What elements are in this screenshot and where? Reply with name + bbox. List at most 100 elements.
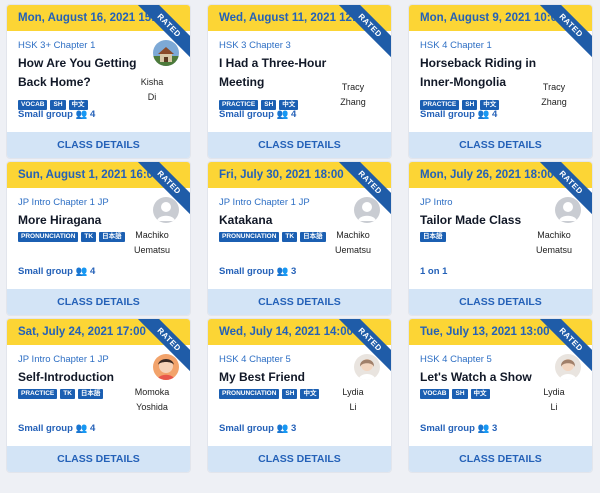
teacher-avatar[interactable] [555,354,581,380]
class-datetime: Wed, August 11, 2021 12:00 [208,5,391,31]
tag-badge: PRACTICE [18,389,58,399]
teacher-first-name: Machiko [336,230,370,240]
chapter-label: JP Intro Chapter 1 JP [219,197,310,208]
chapter-label: HSK 3+ Chapter 1 [18,40,96,51]
teacher-avatar[interactable] [555,197,581,223]
class-details-button[interactable]: CLASS DETAILS [208,132,391,158]
teacher-first-name: Machiko [135,230,169,240]
chapter-label: HSK 4 Chapter 1 [420,40,492,51]
class-card[interactable]: Sat, July 24, 2021 17:00 RATED JP Intro … [7,319,190,472]
teacher-avatar[interactable] [153,354,179,380]
teacher-name[interactable]: Lydia Li [525,385,583,415]
tag-badge: SH [452,389,468,399]
group-size: 1 on 1 [420,266,448,277]
tag-badge: SH [282,389,298,399]
tag-badge: VOCAB [420,389,450,399]
teacher-name[interactable]: Machiko Uematsu [123,228,181,258]
teacher-first-name: Momoka [134,387,170,397]
tag-badge: 日本語 [300,232,326,242]
teacher-name[interactable]: Kisha Di [123,75,181,105]
teacher-name[interactable]: Lydia Li [324,385,382,415]
teacher-photo-icon [354,354,380,380]
class-details-button[interactable]: CLASS DETAILS [409,132,592,158]
chapter-label: JP Intro [420,197,453,208]
class-details-button[interactable]: CLASS DETAILS [7,446,190,472]
teacher-avatar[interactable] [354,354,380,380]
tag-list: PRACTICE TK 日本語 [18,389,104,399]
teacher-last-name: Uematsu [133,245,170,255]
group-size: Small group 👥 4 [18,266,96,277]
teacher-avatar[interactable] [153,197,179,223]
user-placeholder-icon [358,202,376,221]
class-card-grid: Mon, August 16, 2021 15:00 RATED HSK 3+ … [0,0,600,493]
class-card[interactable]: Mon, July 26, 2021 18:00 RATED JP Intro … [409,162,592,315]
group-size: Small group 👥 4 [420,109,498,120]
class-card[interactable]: Mon, August 9, 2021 10:00 RATED HSK 4 Ch… [409,5,592,158]
teacher-name[interactable]: Momoka Yoshida [123,385,181,415]
teacher-name[interactable]: Tracy Zhang [525,80,583,110]
group-size: Small group 👥 3 [219,423,297,434]
teacher-avatar[interactable] [153,40,179,66]
class-card[interactable]: Mon, August 16, 2021 15:00 RATED HSK 3+ … [7,5,190,158]
teacher-name[interactable]: Machiko Uematsu [525,228,583,258]
teacher-name[interactable]: Machiko Uematsu [324,228,382,258]
class-details-button[interactable]: CLASS DETAILS [208,446,391,472]
user-placeholder-icon [559,202,577,221]
tag-badge: 中文 [300,389,320,399]
class-card[interactable]: Sun, August 1, 2021 16:00 RATED JP Intro… [7,162,190,315]
class-datetime: Sat, July 24, 2021 17:00 [7,319,190,345]
class-details-button[interactable]: CLASS DETAILS [208,289,391,315]
class-details-button[interactable]: CLASS DETAILS [409,446,592,472]
tag-list: VOCAB SH 中文 [420,389,490,399]
chapter-label: JP Intro Chapter 1 JP [18,354,109,365]
class-title: Katakana [219,213,273,227]
tag-badge: 日本語 [77,389,104,399]
teacher-last-name: Uematsu [334,245,371,255]
tag-list: PRONUNCIATION SH 中文 [219,389,320,399]
class-datetime: Mon, July 26, 2021 18:00 [409,162,592,188]
class-datetime: Mon, August 9, 2021 10:00 [409,5,592,31]
teacher-photo-icon [153,354,179,380]
chapter-label: HSK 4 Chapter 5 [219,354,291,365]
tag-badge: TK [81,232,97,242]
teacher-first-name: Tracy [542,82,566,92]
class-datetime: Sun, August 1, 2021 16:00 [7,162,190,188]
tag-badge: TK [60,389,75,399]
chapter-label: HSK 4 Chapter 5 [420,354,492,365]
teacher-avatar[interactable] [354,197,380,223]
class-card[interactable]: Fri, July 30, 2021 18:00 RATED JP Intro … [208,162,391,315]
class-datetime: Tue, July 13, 2021 13:00 [409,319,592,345]
teacher-last-name: Zhang [340,97,366,107]
tag-badge: TK [282,232,298,242]
teacher-last-name: Uematsu [535,245,572,255]
teacher-first-name: Lydia [342,387,364,397]
teacher-first-name: Machiko [537,230,571,240]
teacher-last-name: Li [550,402,558,412]
tag-list: PRONUNCIATION TK 日本語 [219,232,326,242]
class-details-button[interactable]: CLASS DETAILS [7,289,190,315]
tag-badge: 中文 [470,389,490,399]
tag-badge: 日本語 [99,232,125,242]
group-size: Small group 👥 3 [219,266,297,277]
group-size: Small group 👥 4 [18,109,96,120]
class-title: How Are You Getting Back Home? [18,56,137,89]
class-card[interactable]: Wed, August 11, 2021 12:00 RATED HSK 3 C… [208,5,391,158]
class-card[interactable]: Tue, July 13, 2021 13:00 RATED HSK 4 Cha… [409,319,592,472]
teacher-photo-icon [555,354,581,380]
class-details-button[interactable]: CLASS DETAILS [7,132,190,158]
teacher-photo-icon [153,40,179,66]
class-title: Horseback Riding in Inner-Mongolia [420,56,537,89]
teacher-first-name: Tracy [341,82,365,92]
tag-badge: PRONUNCIATION [219,232,280,242]
user-placeholder-icon [157,202,175,221]
teacher-first-name: Kisha [140,77,164,87]
teacher-last-name: Di [147,92,157,102]
tag-badge: PRONUNCIATION [18,232,79,242]
class-card[interactable]: Wed, July 14, 2021 14:00 RATED HSK 4 Cha… [208,319,391,472]
class-title: Let's Watch a Show [420,370,532,384]
teacher-name[interactable]: Tracy Zhang [324,80,382,110]
class-title: I Had a Three-Hour Meeting [219,56,327,89]
class-title: Self-Introduction [18,370,114,384]
class-details-button[interactable]: CLASS DETAILS [409,289,592,315]
class-title: My Best Friend [219,370,306,384]
